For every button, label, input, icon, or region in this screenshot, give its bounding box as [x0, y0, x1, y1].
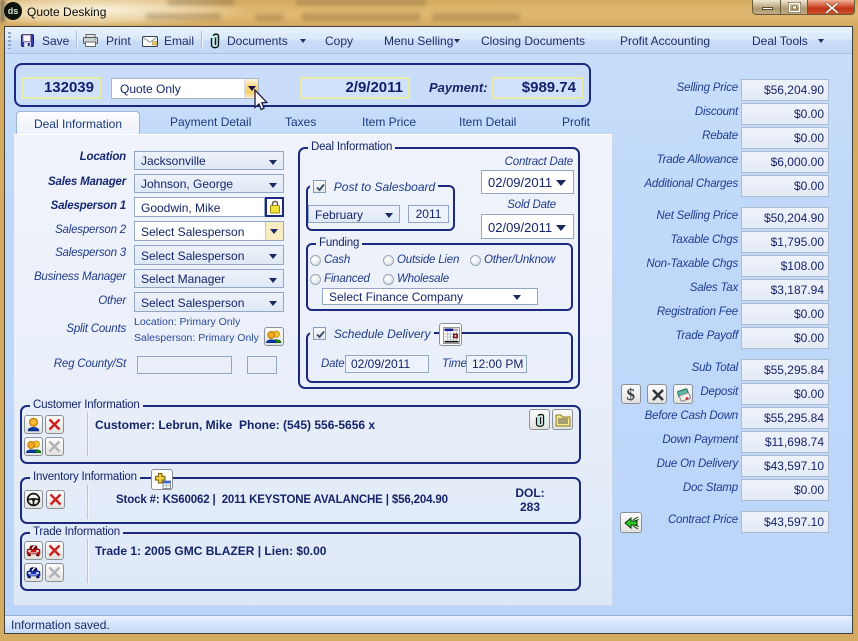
- svg-text:$: $: [627, 386, 636, 403]
